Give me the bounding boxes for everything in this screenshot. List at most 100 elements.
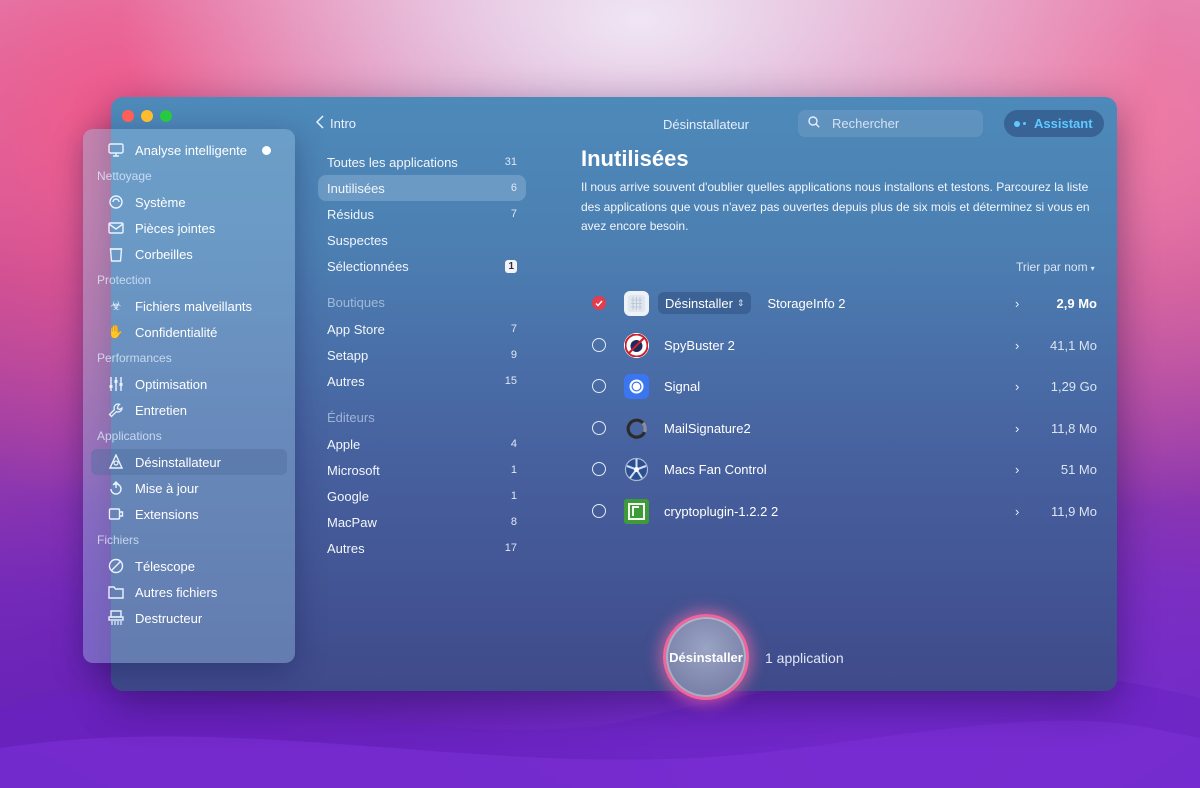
app-name: MailSignature2 <box>664 420 751 436</box>
extensions-icon <box>107 505 125 523</box>
sidebar-item-smart-scan[interactable]: Analyse intelligente <box>91 137 287 163</box>
category-google[interactable]: Google 1 <box>318 483 526 509</box>
category-microsoft[interactable]: Microsoft 1 <box>318 457 526 483</box>
sidebar-item-label: Désinstallateur <box>135 454 221 470</box>
category-label: Microsoft <box>327 462 380 478</box>
sidebar-item-updater[interactable]: Mise à jour <box>91 475 287 501</box>
update-icon <box>107 479 125 497</box>
search-icon <box>808 116 820 131</box>
wrench-icon <box>107 401 125 419</box>
app-row[interactable]: cryptoplugin-1.2.2 2 › 11,9 Mo <box>583 491 1103 531</box>
sidebar-item-shredder[interactable]: Destructeur <box>91 605 287 631</box>
app-row[interactable]: SpyBuster 2 › 41,1 Mo <box>583 325 1103 365</box>
chevron-right-icon[interactable]: › <box>1015 504 1019 519</box>
chevron-right-icon[interactable]: › <box>1015 421 1019 436</box>
sidebar-item-system[interactable]: Système <box>91 189 287 215</box>
sidebar-item-other-files[interactable]: Autres fichiers <box>91 579 287 605</box>
sort-dropdown[interactable]: Trier par nom ▾ <box>1016 260 1095 274</box>
sidebar-item-label: Confidentialité <box>135 324 218 340</box>
category-app-store[interactable]: App Store 7 <box>318 316 526 342</box>
macs-fan-control-app-icon <box>624 457 649 482</box>
sidebar-item-label: Système <box>135 194 186 210</box>
category-label: Toutes les applications <box>327 154 458 170</box>
sidebar-item-label: Mise à jour <box>135 480 199 496</box>
category-unused[interactable]: Inutilisées 6 <box>318 175 526 201</box>
sidebar-item-label: Pièces jointes <box>135 220 216 236</box>
category-other-stores[interactable]: Autres 15 <box>318 368 526 394</box>
search-field[interactable] <box>798 110 983 137</box>
search-input[interactable] <box>832 116 962 131</box>
sidebar-item-attachments[interactable]: Pièces jointes <box>91 215 287 241</box>
category-count: 17 <box>504 542 517 554</box>
app-checkbox[interactable] <box>592 421 606 435</box>
app-checkbox[interactable] <box>592 379 606 393</box>
stores-header: Boutiques <box>327 295 385 310</box>
category-leftovers[interactable]: Résidus 7 <box>318 201 526 227</box>
sidebar-item-space-lens[interactable]: Télescope <box>91 553 287 579</box>
sidebar-item-optimization[interactable]: Optimisation <box>91 371 287 397</box>
trash-icon <box>107 245 125 263</box>
app-checkbox[interactable] <box>592 338 606 352</box>
category-all-apps[interactable]: Toutes les applications 31 <box>318 149 526 175</box>
uninstall-button[interactable]: Désinstaller <box>663 614 749 700</box>
uninstall-action-dropdown[interactable]: Désinstaller ⇕ <box>658 292 752 314</box>
category-apple[interactable]: Apple 4 <box>318 431 526 457</box>
category-count: 9 <box>510 349 517 361</box>
monitor-icon <box>107 141 125 159</box>
chevron-right-icon[interactable]: › <box>1015 338 1019 353</box>
cryptoplugin-app-icon <box>624 498 649 524</box>
sidebar-item-trash[interactable]: Corbeilles <box>91 241 287 267</box>
uninstall-pill-label: Désinstaller <box>665 295 733 311</box>
sliders-icon <box>107 375 125 393</box>
app-checkbox[interactable] <box>592 462 606 476</box>
sidebar-item-label: Extensions <box>135 506 199 522</box>
sidebar-section-header: Fichiers <box>97 533 140 547</box>
caret-down-icon: ▾ <box>1090 264 1095 273</box>
app-row[interactable]: Signal › 1,29 Go <box>583 366 1103 406</box>
signal-app-icon <box>624 373 649 399</box>
uninstaller-icon <box>107 453 125 471</box>
category-other-publishers[interactable]: Autres 17 <box>318 535 526 561</box>
app-row[interactable]: MailSignature2 › 11,8 Mo <box>583 408 1103 448</box>
category-count: 7 <box>510 323 517 335</box>
assistant-button[interactable]: Assistant <box>1004 110 1104 137</box>
sidebar-item-maintenance[interactable]: Entretien <box>91 397 287 423</box>
close-window-button[interactable] <box>122 110 134 122</box>
category-label: Suspectes <box>327 232 388 248</box>
minimize-window-button[interactable] <box>141 110 153 122</box>
category-macpaw[interactable]: MacPaw 8 <box>318 509 526 535</box>
updown-chevron-icon: ⇕ <box>736 297 745 308</box>
sidebar-item-label: Télescope <box>135 558 195 574</box>
app-size: 2,9 Mo <box>1056 295 1097 311</box>
app-row[interactable]: Macs Fan Control › 51 Mo <box>583 449 1103 489</box>
sidebar-item-extensions[interactable]: Extensions <box>91 501 287 527</box>
zoom-window-button[interactable] <box>160 110 172 122</box>
sidebar: Analyse intelligente Nettoyage Système P… <box>83 129 295 663</box>
assistant-label: Assistant <box>1034 116 1093 131</box>
category-label: Setapp <box>327 347 369 363</box>
status-dot <box>262 146 271 155</box>
hand-icon: ✋ <box>107 324 125 339</box>
chevron-right-icon[interactable]: › <box>1015 296 1019 311</box>
chevron-right-icon[interactable]: › <box>1015 462 1019 477</box>
app-size: 41,1 Mo <box>1050 337 1097 353</box>
app-row[interactable]: Désinstaller ⇕ StorageInfo 2 › 2,9 Mo <box>583 283 1103 323</box>
folder-icon <box>107 583 125 601</box>
app-checkbox[interactable] <box>592 296 606 310</box>
sidebar-section-header: Nettoyage <box>97 169 152 183</box>
app-size: 51 Mo <box>1060 461 1097 477</box>
app-checkbox[interactable] <box>592 504 606 518</box>
category-selected[interactable]: Sélectionnées 1 <box>318 253 526 279</box>
sidebar-item-malware[interactable]: ☣ Fichiers malveillants <box>91 293 287 319</box>
sidebar-item-uninstaller[interactable]: Désinstallateur <box>91 449 287 475</box>
back-button[interactable]: Intro <box>315 115 357 132</box>
back-label: Intro <box>330 116 357 131</box>
chevron-right-icon[interactable]: › <box>1015 379 1019 394</box>
sidebar-section-header: Performances <box>97 351 172 365</box>
app-name: Macs Fan Control <box>664 461 767 477</box>
mailsignature-app-icon <box>624 416 649 441</box>
category-setapp[interactable]: Setapp 9 <box>318 342 526 368</box>
sidebar-item-privacy[interactable]: ✋ Confidentialité <box>91 319 287 345</box>
spybuster-app-icon <box>624 332 649 358</box>
category-suspicious[interactable]: Suspectes <box>318 227 526 253</box>
